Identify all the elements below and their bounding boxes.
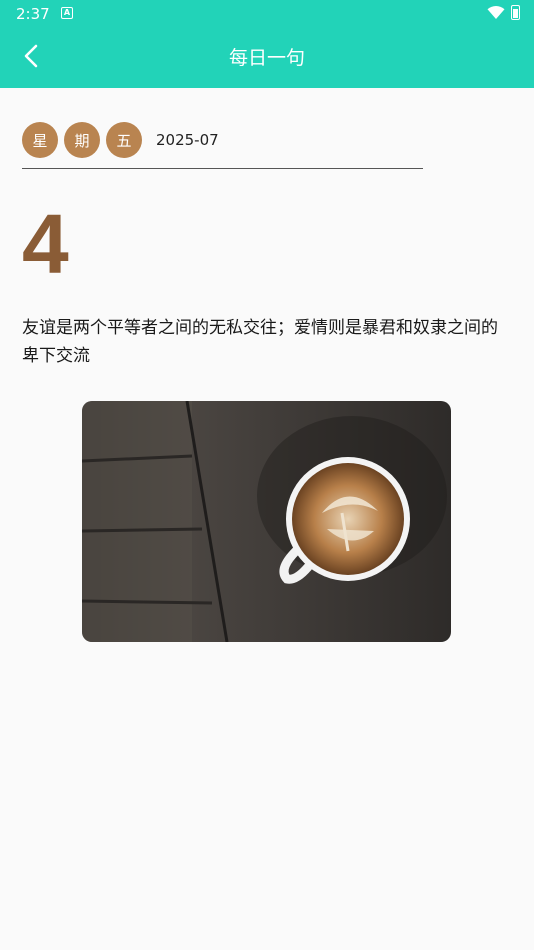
coffee-photo bbox=[82, 401, 451, 642]
battery-icon bbox=[511, 5, 520, 20]
page-title: 每日一句 bbox=[228, 47, 305, 69]
date-row: 星 期 五 2025-07 bbox=[22, 122, 219, 158]
status-bar: 2:37 A bbox=[0, 0, 534, 28]
weekday-badge: 期 bbox=[64, 122, 100, 158]
app-header: 2:37 A 每日一句 bbox=[0, 0, 534, 88]
weekday-badge: 星 bbox=[22, 122, 58, 158]
day-number: 4 bbox=[22, 197, 69, 291]
status-time: 2:37 bbox=[16, 5, 50, 23]
status-icons bbox=[487, 5, 520, 20]
date-divider bbox=[22, 168, 423, 169]
daily-quote: 友谊是两个平等者之间的无私交往；爱情则是暴君和奴隶之间的卑下交流 bbox=[22, 318, 498, 366]
letter-a-icon: A bbox=[61, 7, 73, 19]
wifi-icon bbox=[487, 5, 505, 19]
month-label: 2025-07 bbox=[156, 131, 219, 149]
weekday-badge: 五 bbox=[106, 122, 142, 158]
